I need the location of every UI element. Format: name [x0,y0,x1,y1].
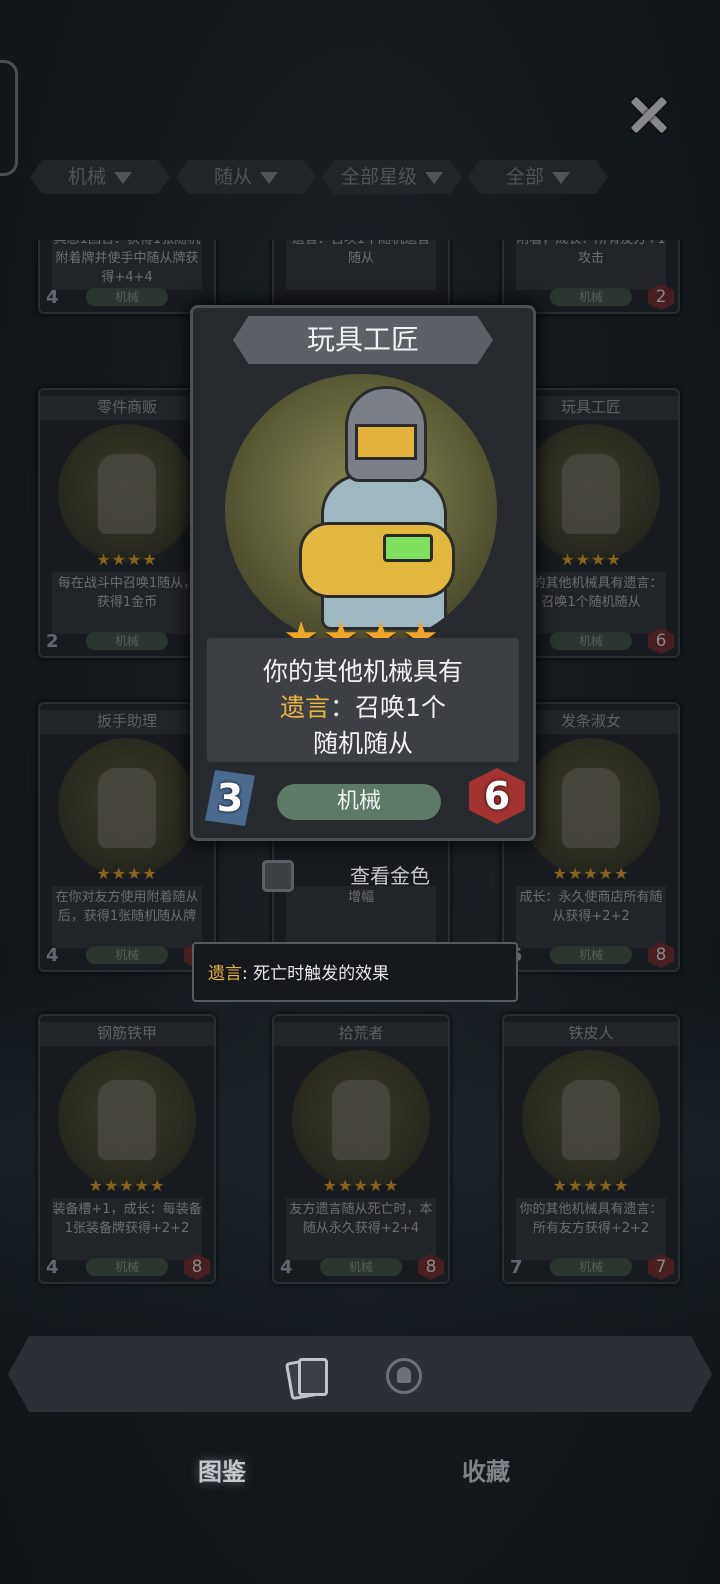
left-frame-decoration [0,60,18,176]
card-art [522,424,660,562]
card-tag: 机械 [550,946,632,964]
card-tag: 机械 [86,632,168,650]
card[interactable]: 拾荒者 ★★★★★ 友方遗言随从死亡时，本随从永久获得+2+4 机械 4 8 [272,1014,450,1284]
card-tag: 机械 [550,1258,632,1276]
card-cost: 7 [510,1257,523,1278]
filter-dropdown-icon [260,172,278,184]
card-tag: 机械 [86,288,168,306]
card-tag: 机械 [320,1258,402,1276]
card-art [522,738,660,876]
card-cost: 4 [280,1257,293,1278]
filter-dropdown-icon [114,172,132,184]
card[interactable]: 铁皮人 ★★★★★ 你的其他机械具有遗言：所有友方获得+2+2 机械 7 7 [502,1014,680,1284]
card-art [292,1050,430,1188]
card[interactable]: ★★★★ 冥想1回合：获得1张随机附着牌并使手中随从牌获得+4+4 机械 4 [38,240,216,314]
card-name: 铁皮人 [504,1022,678,1046]
nav-tab-collection[interactable]: 收藏 [462,1452,510,1487]
card-desc: 遗言：召唤1个随机遗言随从 [286,240,436,290]
card-name: 拾荒者 [274,1022,448,1046]
card-detail-cost: 3 [205,770,255,826]
card-tag: 机械 [550,632,632,650]
gold-toggle-label: 查看金色 [350,864,430,888]
bottom-panel [8,1336,712,1412]
card-detail-hp: 6 [469,768,525,824]
card-detail-title: 玩具工匠 [233,316,493,364]
view-gold-toggle[interactable]: 查看金色 [258,856,498,896]
keyword-deathrattle[interactable]: 遗言 [280,693,330,722]
card-desc: 在你对友方使用附着随从后，获得1张随机随从牌 [52,886,202,948]
card-art [58,1050,196,1188]
filter-bar: 机械 随从 全部星级 全部 [30,160,610,196]
card-desc: 你的其他机械具有遗言：所有友方获得+2+2 [516,1198,666,1260]
filter-star[interactable]: 全部星级 [322,160,462,194]
card-cost: 4 [46,287,59,308]
filter-type[interactable]: 机械 [30,160,170,194]
keyword-tooltip: 遗言: 死亡时触发的效果 [192,942,518,1002]
card-tag: 机械 [86,946,168,964]
card[interactable]: ★★★★ 附着，成长：所有友方+1攻击 机械 2 [502,240,680,314]
filter-all[interactable]: 全部 [468,160,608,194]
card[interactable]: ★★★★ 遗言：召唤1个随机遗言随从 [272,240,450,314]
nav-tab-codex[interactable]: 图鉴 [198,1452,246,1487]
collection-icon[interactable] [386,1358,422,1394]
card-name: 零件商贩 [40,396,214,420]
card-detail-desc: 你的其他机械具有 遗言：召唤1个 随机随从 [207,638,519,762]
card-desc: 冥想1回合：获得1张随机附着牌并使手中随从牌获得+4+4 [52,240,202,290]
card-desc: 附着，成长：所有友方+1攻击 [516,240,666,290]
card-cost: 4 [46,1257,59,1278]
card-desc: 成长：永久使商店所有随从获得+2+2 [516,886,666,948]
card-name: 钢筋铁甲 [40,1022,214,1046]
card-tag: 机械 [86,1258,168,1276]
card[interactable]: 钢筋铁甲 ★★★★★ 装备槽+1，成长：每装备1张装备牌获得+2+2 机械 4 … [38,1014,216,1284]
close-icon[interactable] [624,90,674,140]
card-detail-popup[interactable]: 玩具工匠 ★★★★ 你的其他机械具有 遗言：召唤1个 随机随从 3 机械 6 [190,305,536,841]
filter-dropdown-icon [425,172,443,184]
card-desc: 装备槽+1，成长：每装备1张装备牌获得+2+2 [52,1198,202,1260]
card-desc: 每在战斗中召唤1随从，获得1金币 [52,572,202,634]
card-detail-tag: 机械 [277,784,441,820]
card-art [58,738,196,876]
card-detail-art [225,374,497,646]
card-desc: 友方遗言随从死亡时，本随从永久获得+2+4 [286,1198,436,1260]
gold-checkbox[interactable] [262,860,294,892]
card-tag: 机械 [550,288,632,306]
card-art [522,1050,660,1188]
cards-icon[interactable] [284,1356,328,1401]
filter-dropdown-icon [552,172,570,184]
card-cost: 4 [46,945,59,966]
card-cost: 2 [46,631,59,652]
filter-kind[interactable]: 随从 [176,160,316,194]
card-desc: 你的其他机械具有遗言：召唤1个随机随从 [516,572,666,634]
card-name: 扳手助理 [40,710,214,734]
card-art [58,424,196,562]
